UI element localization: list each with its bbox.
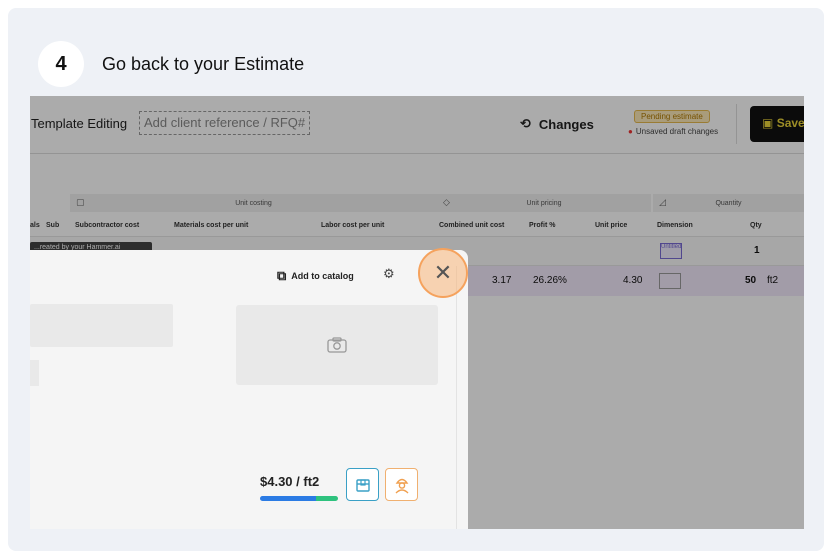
add-to-catalog-button[interactable]: ⧉ Add to catalog (277, 268, 354, 284)
image-placeholder[interactable] (236, 305, 438, 385)
catalog-icon: ⧉ (277, 268, 287, 283)
step-number: 4 (38, 41, 84, 87)
screenshot: Template Editing Add client reference / … (30, 96, 804, 529)
materials-button[interactable] (346, 468, 379, 501)
box-icon (355, 478, 370, 492)
gear-icon[interactable]: ⚙ (383, 266, 395, 282)
price-progress-bar (260, 496, 338, 501)
price-unit: / ft2 (296, 474, 320, 489)
panel-divider (456, 266, 457, 529)
price-value: $4.30 (260, 474, 293, 489)
close-button[interactable]: ✕ (418, 248, 468, 298)
name-field[interactable] (30, 304, 173, 347)
labor-button[interactable] (385, 468, 418, 501)
collapse-handle[interactable] (30, 360, 39, 386)
worker-icon (395, 478, 408, 494)
add-to-catalog-label: Add to catalog (291, 271, 354, 281)
close-icon: ✕ (433, 260, 453, 285)
price-display: $4.30 / ft2 (260, 474, 319, 489)
camera-icon (327, 337, 347, 353)
step-title: Go back to your Estimate (102, 54, 305, 74)
